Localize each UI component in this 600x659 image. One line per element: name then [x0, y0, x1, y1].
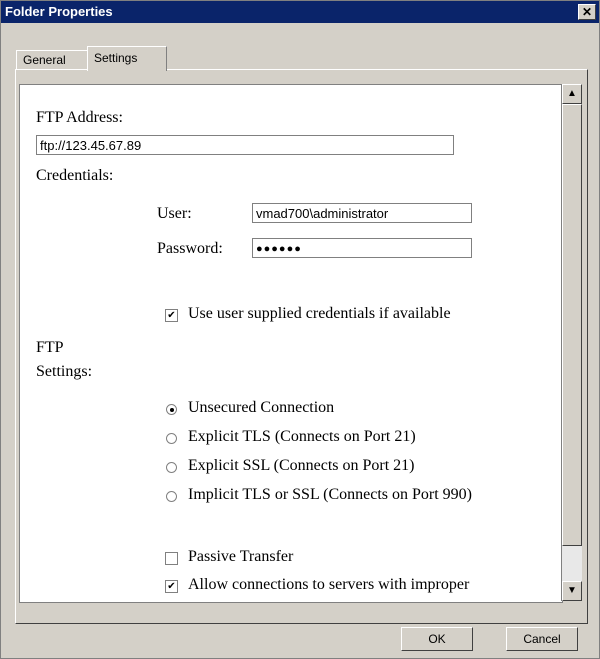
vertical-scrollbar[interactable]: ▲ ▼ [561, 84, 582, 601]
radio-explicit-ssl[interactable] [166, 462, 177, 473]
user-input[interactable]: vmad700\administrator [252, 203, 472, 223]
settings-scroll-content: FTP Address: ftp://123.45.67.89 Credenti… [19, 84, 563, 603]
radio-unsecured-connection[interactable] [166, 404, 177, 415]
allow-improper-label: Allow connections to servers with improp… [188, 576, 470, 593]
use-supplied-credentials-checkbox[interactable]: ✔ [165, 309, 178, 322]
passive-transfer-label: Passive Transfer [188, 548, 294, 565]
tab-settings[interactable]: Settings [87, 46, 167, 71]
ftp-settings-label-line2: Settings: [36, 363, 93, 380]
arrow-up-icon: ▲ [567, 88, 577, 99]
user-label: User: [157, 205, 192, 222]
option-explicit-ssl-label: Explicit SSL (Connects on Port 21) [188, 457, 415, 474]
ok-button[interactable]: OK [401, 627, 473, 651]
scroll-up-button[interactable]: ▲ [562, 84, 582, 104]
radio-implicit-tls-ssl[interactable] [166, 491, 177, 502]
password-input[interactable]: ●●●●●● [252, 238, 472, 258]
password-label: Password: [157, 240, 223, 257]
cancel-button[interactable]: Cancel [506, 627, 578, 651]
credentials-label: Credentials: [36, 167, 114, 184]
close-icon: ✕ [581, 5, 593, 19]
use-supplied-credentials-label: Use user supplied credentials if availab… [188, 305, 451, 322]
title-bar: Folder Properties ✕ [1, 1, 599, 23]
window-title: Folder Properties [5, 4, 113, 19]
arrow-down-icon: ▼ [567, 585, 577, 596]
radio-explicit-tls[interactable] [166, 433, 177, 444]
ftp-address-input[interactable]: ftp://123.45.67.89 [36, 135, 454, 155]
check-icon: ✔ [167, 310, 176, 321]
scroll-track[interactable] [562, 104, 582, 581]
option-implicit-tls-ssl-label: Implicit TLS or SSL (Connects on Port 99… [188, 486, 472, 503]
option-explicit-tls-label: Explicit TLS (Connects on Port 21) [188, 428, 416, 445]
scroll-down-button[interactable]: ▼ [562, 581, 582, 601]
check-icon: ✔ [167, 581, 176, 592]
ftp-settings-label-line1: FTP [36, 339, 64, 356]
allow-improper-checkbox[interactable]: ✔ [165, 580, 178, 593]
folder-properties-dialog: Folder Properties ✕ General Settings FTP… [0, 0, 600, 659]
option-unsecured-label: Unsecured Connection [188, 399, 335, 416]
tab-general[interactable]: General [16, 50, 88, 70]
close-button[interactable]: ✕ [578, 4, 596, 20]
passive-transfer-checkbox[interactable] [165, 552, 178, 565]
scroll-thumb[interactable] [562, 104, 582, 546]
ftp-address-label: FTP Address: [36, 109, 123, 126]
